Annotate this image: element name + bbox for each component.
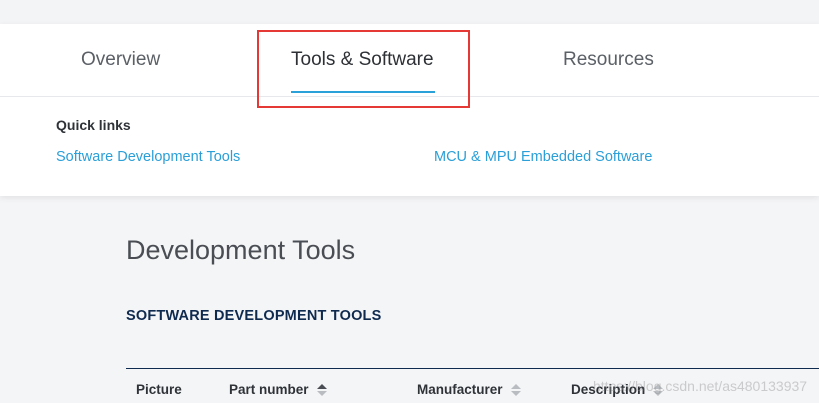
top-strip <box>0 0 819 24</box>
quick-link-mcu-mpu-embedded-software[interactable]: MCU & MPU Embedded Software <box>434 149 652 165</box>
section-title: SOFTWARE DEVELOPMENT TOOLS <box>126 308 382 324</box>
watermark-text: https://blog.csdn.net/as480133937 <box>593 378 808 394</box>
column-header-part-number[interactable]: Part number <box>229 382 327 397</box>
navigation-card: Overview Tools & Software Resources Quic… <box>0 24 819 196</box>
page-title: Development Tools <box>126 235 356 265</box>
sort-icon[interactable] <box>510 383 521 396</box>
tab-resources[interactable]: Resources <box>563 49 654 71</box>
quick-links-title: Quick links <box>56 117 131 133</box>
quick-link-software-development-tools[interactable]: Software Development Tools <box>56 149 240 165</box>
tab-overview[interactable]: Overview <box>81 49 160 71</box>
sort-icon[interactable] <box>316 383 327 396</box>
column-header-label: Picture <box>136 382 182 397</box>
table-top-rule <box>126 368 819 369</box>
column-header-label: Part number <box>229 382 309 397</box>
column-header-label: Manufacturer <box>417 382 503 397</box>
column-header-picture: Picture <box>136 382 182 397</box>
annotation-highlight-box <box>257 30 470 108</box>
column-header-manufacturer[interactable]: Manufacturer <box>417 382 521 397</box>
